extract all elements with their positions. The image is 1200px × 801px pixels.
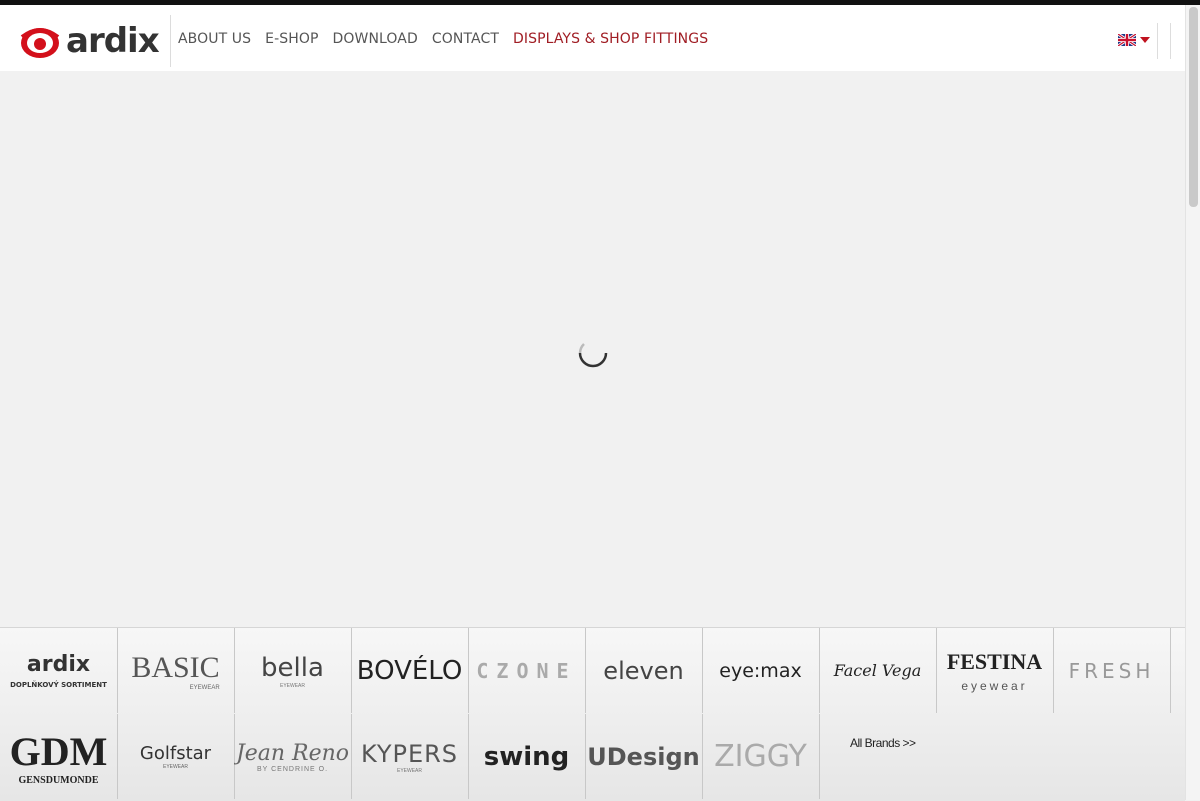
brand-bovelo[interactable]: BOVÉLO bbox=[351, 628, 469, 713]
uk-flag-icon bbox=[1118, 34, 1136, 46]
brand-subtitle: eyewear bbox=[961, 678, 1028, 693]
ardix-logo[interactable]: ardix bbox=[20, 21, 160, 63]
brand-name: ZIGGY bbox=[714, 739, 807, 774]
brand-name: eye:max bbox=[719, 659, 802, 682]
brand-kypers[interactable]: KYPERS EYEWEAR bbox=[351, 714, 469, 799]
nav-download[interactable]: DOWNLOAD bbox=[333, 31, 418, 47]
brand-jean-reno[interactable]: Jean Reno BY CENDRINE O. bbox=[234, 714, 352, 799]
brand-name: GDM bbox=[9, 728, 108, 774]
brand-name: Golfstar bbox=[139, 743, 212, 764]
site-header: ardix ABOUT US E-SHOP DOWNLOAD CONTACT D… bbox=[0, 5, 1185, 71]
header-divider bbox=[1170, 23, 1171, 59]
brand-gdm[interactable]: GDM GENSDUMONDE bbox=[0, 714, 118, 799]
brand-subtitle: EYEWEAR bbox=[189, 684, 220, 691]
brand-name: FESTINA bbox=[946, 648, 1043, 674]
nav-e-shop[interactable]: E-SHOP bbox=[265, 31, 318, 47]
scrollbar-thumb[interactable] bbox=[1189, 7, 1198, 207]
brand-name: CZONE bbox=[476, 658, 577, 683]
language-selector[interactable] bbox=[1118, 34, 1150, 46]
brand-subtitle: BY CENDRINE O. bbox=[256, 765, 329, 773]
brand-swing[interactable]: swing bbox=[468, 714, 586, 799]
brand-ziggy[interactable]: ZIGGY bbox=[702, 714, 820, 799]
brand-eyemax[interactable]: eye:max bbox=[702, 628, 820, 713]
brands-strip: ardix DOPLŇKOVÝ SORTIMENT BASIC EYEWEAR … bbox=[0, 627, 1185, 801]
brand-subtitle: EYEWEAR bbox=[279, 682, 305, 689]
brand-ardix[interactable]: ardix DOPLŇKOVÝ SORTIMENT bbox=[0, 628, 118, 713]
brand-name: KYPERS bbox=[360, 739, 459, 768]
brand-name: UDesign bbox=[587, 742, 700, 771]
brand-subtitle: GENSDUMONDE bbox=[18, 774, 99, 786]
brand-subtitle: DOPLŇKOVÝ SORTIMENT bbox=[10, 681, 107, 689]
brand-golfstar[interactable]: Golfstar EYEWEAR bbox=[117, 714, 235, 799]
brand-subtitle: EYEWEAR bbox=[396, 767, 422, 774]
chevron-down-icon bbox=[1140, 37, 1150, 43]
brand-name: ardix bbox=[26, 652, 91, 677]
brand-name: BASIC bbox=[131, 650, 220, 684]
page-scrollbar[interactable] bbox=[1185, 5, 1200, 800]
brand-basic[interactable]: BASIC EYEWEAR bbox=[117, 628, 235, 713]
brand-name: BOVÉLO bbox=[356, 655, 463, 686]
brand-eleven[interactable]: eleven bbox=[585, 628, 703, 713]
brand-name: Jean Reno bbox=[235, 740, 350, 766]
logo-text: ardix bbox=[66, 21, 160, 61]
nav-contact[interactable]: CONTACT bbox=[432, 31, 499, 47]
brand-festina[interactable]: FESTINA eyewear bbox=[936, 628, 1054, 713]
brand-udesign[interactable]: UDesign bbox=[585, 714, 703, 799]
main-nav: ABOUT US E-SHOP DOWNLOAD CONTACT DISPLAY… bbox=[178, 31, 708, 47]
header-divider bbox=[1157, 23, 1158, 59]
logo-separator bbox=[170, 15, 171, 67]
loading-spinner-icon bbox=[578, 338, 608, 368]
brand-name: bella bbox=[261, 652, 324, 683]
brand-name: swing bbox=[483, 741, 570, 772]
brand-fresh[interactable]: FRESH bbox=[1053, 628, 1171, 713]
brand-name: FRESH bbox=[1068, 658, 1155, 683]
brand-czone[interactable]: CZONE bbox=[468, 628, 586, 713]
brand-name: Facel Vega bbox=[833, 661, 922, 680]
brand-subtitle: EYEWEAR bbox=[162, 764, 188, 770]
nav-about-us[interactable]: ABOUT US bbox=[178, 31, 251, 47]
brand-bella[interactable]: bella EYEWEAR bbox=[234, 628, 352, 713]
nav-displays-shop-fittings[interactable]: DISPLAYS & SHOP FITTINGS bbox=[513, 31, 708, 47]
brand-facel-vega[interactable]: Facel Vega bbox=[819, 628, 937, 713]
brand-name: eleven bbox=[603, 656, 684, 685]
all-brands-link[interactable]: All Brands >> bbox=[850, 736, 916, 750]
